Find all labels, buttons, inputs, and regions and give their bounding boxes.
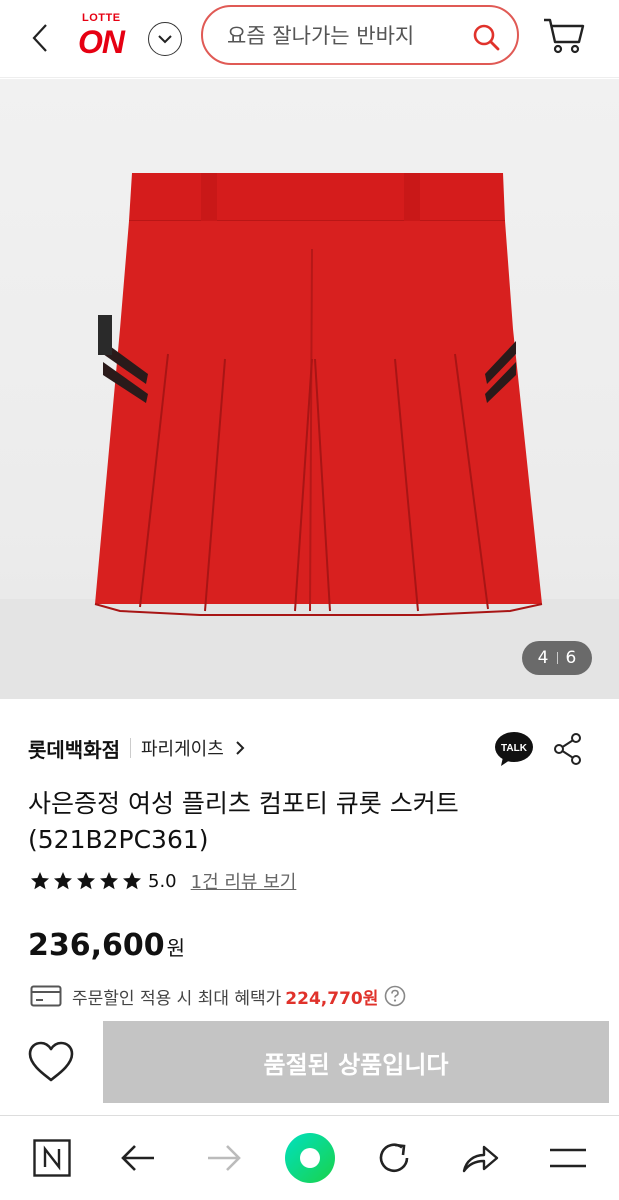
brand-row: 롯데백화점 파리게이츠 [28,732,246,764]
share-arrow-icon [462,1145,499,1173]
skirt-image [0,173,619,699]
benefit-amount: 224,770원 [285,988,379,1009]
heart-icon [28,1041,74,1082]
rating-value: 5.0 [148,870,177,892]
cart-icon [544,18,585,54]
green-dot-icon [285,1133,335,1183]
chevron-down-icon [158,35,172,44]
store-name[interactable]: 롯데백화점 [28,734,120,763]
arrow-right-icon [208,1145,241,1171]
product-price: 236,600 [28,928,165,963]
product-image[interactable] [0,79,619,699]
rating-row: 5.0 1건 리뷰 보기 [30,866,296,896]
star-rating [30,871,142,891]
search-input[interactable] [227,21,467,51]
search-icon[interactable] [471,22,501,52]
price-currency: 원 [166,936,186,960]
back-button[interactable] [22,20,58,56]
green-dot-button[interactable] [284,1132,336,1184]
star-icon [123,872,141,890]
kakao-talk-icon: TALK [495,732,533,766]
benefit-text: 주문할인 적용 시 최대 혜택가 [72,988,282,1009]
share-icon [554,733,581,765]
review-link[interactable]: 1건 리뷰 보기 [191,868,297,894]
nav-back-button[interactable] [116,1136,160,1180]
chevron-right-icon[interactable] [234,740,246,756]
nav-forward-button[interactable] [202,1136,246,1180]
bottom-nav [0,1115,619,1200]
kakao-talk-button[interactable]: TALK [494,730,534,768]
price-row: 236,600 원 [28,928,185,963]
search-box[interactable] [201,5,519,65]
star-icon [54,872,72,890]
sold-out-button[interactable]: 품절된 상품입니다 [103,1021,609,1103]
star-icon [31,872,49,890]
refresh-button[interactable] [372,1136,416,1180]
refresh-icon [379,1143,409,1173]
brand-link[interactable]: 파리게이츠 [141,735,224,761]
help-icon[interactable] [384,985,406,1007]
talk-label: TALK [501,743,528,754]
image-counter-divider [556,652,558,664]
chevron-left-icon [32,24,47,52]
image-counter: 4 6 [522,641,592,675]
brand-divider [130,738,131,758]
top-header: LOTTE ON [0,0,619,78]
cart-button[interactable] [542,16,586,56]
star-icon [77,872,95,890]
arrow-left-icon [121,1145,154,1171]
star-icon [100,872,118,890]
image-counter-total: 6 [565,648,577,668]
share-button[interactable] [552,732,584,766]
wishlist-button[interactable] [26,1040,76,1084]
logo-main-text: ON [78,24,125,60]
product-title: 사은증정 여성 플리츠 컴포티 큐롯 스커트 (521B2PC361) [28,789,459,854]
benefit-row: 주문할인 적용 시 최대 혜택가 224,770원 [30,982,406,1010]
mall-dropdown-button[interactable] [148,22,182,56]
naver-n-icon [33,1139,71,1177]
menu-button[interactable] [546,1136,590,1180]
logo-top-text: LOTTE [82,12,121,24]
credit-card-icon [30,985,62,1007]
nav-share-button[interactable] [458,1136,502,1180]
lotte-on-logo[interactable]: LOTTE ON [78,12,136,62]
menu-icon [550,1148,586,1168]
image-counter-current: 4 [537,648,549,668]
naver-button[interactable] [30,1136,74,1180]
